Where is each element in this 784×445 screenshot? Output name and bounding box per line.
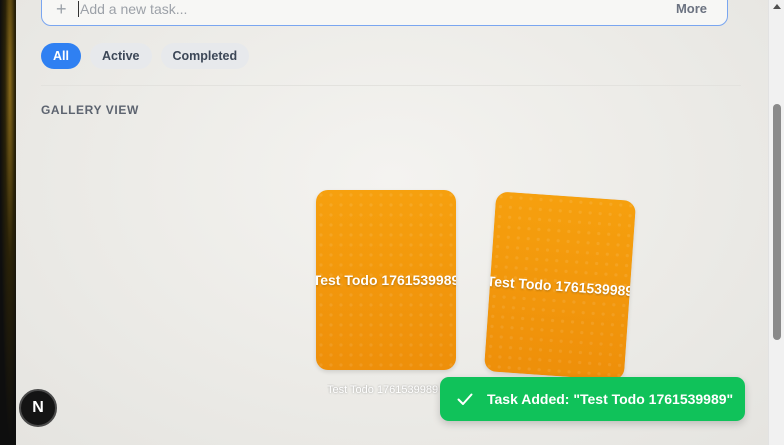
toast-message: Task Added: "Test Todo 1761539989" — [487, 391, 734, 407]
task-card-text: Test Todo 1761539989 — [316, 272, 456, 288]
filter-all[interactable]: All — [41, 43, 81, 69]
check-icon — [457, 393, 473, 405]
background-gutter — [0, 0, 16, 445]
card-caption: Test Todo 1761539989 — [327, 384, 439, 396]
filter-completed[interactable]: Completed — [160, 43, 250, 69]
filter-tabs: All Active Completed — [41, 43, 250, 69]
scroll-thumb[interactable] — [773, 104, 781, 340]
add-task-input[interactable] — [80, 1, 676, 17]
toast-notification: Task Added: "Test Todo 1761539989" — [440, 377, 745, 421]
more-button[interactable]: More — [676, 1, 707, 17]
gallery-title: GALLERY VIEW — [41, 103, 139, 117]
task-card[interactable]: Test Todo 1761539989 — [483, 191, 637, 381]
plus-icon[interactable]: + — [56, 0, 70, 18]
add-task-bar: + More — [41, 0, 728, 26]
divider — [41, 85, 741, 86]
text-caret — [78, 1, 79, 17]
scrollbar[interactable] — [768, 0, 784, 445]
task-card-text: Test Todo 1761539989 — [486, 272, 634, 300]
scroll-up-arrow-icon[interactable] — [773, 4, 781, 9]
next-dev-badge[interactable]: N — [19, 389, 57, 427]
badge-letter: N — [32, 399, 44, 416]
filter-active[interactable]: Active — [89, 43, 152, 69]
task-card[interactable]: Test Todo 1761539989 — [316, 190, 456, 370]
